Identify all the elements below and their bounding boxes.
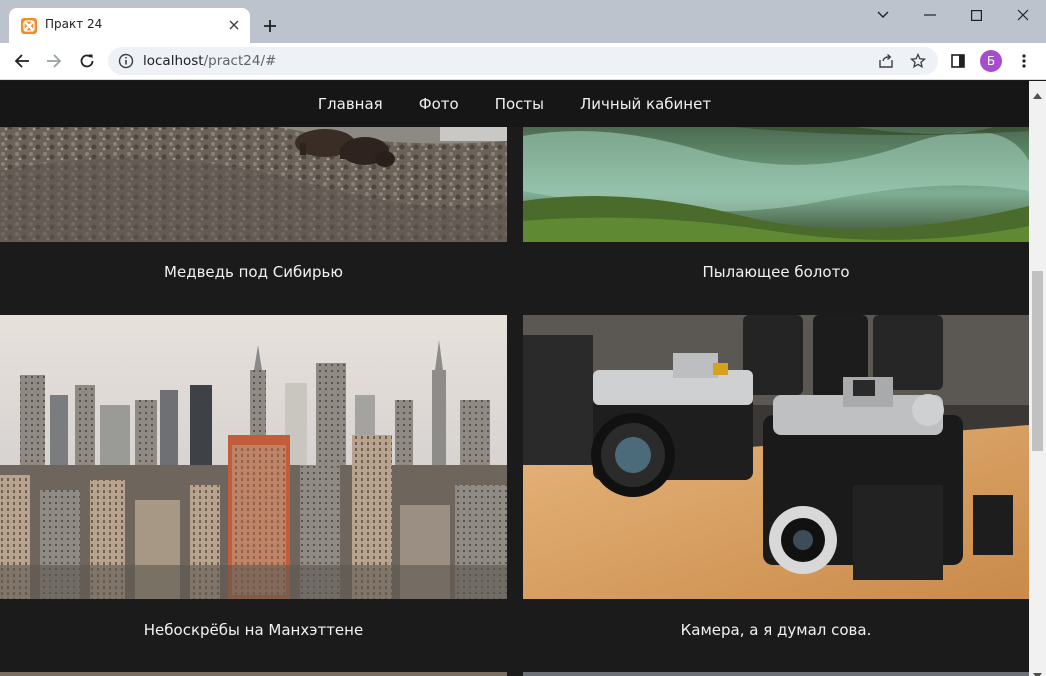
browser-menu-icon[interactable] <box>1010 47 1038 75</box>
gallery-card-manhattan[interactable]: Небоскрёбы на Манхэттене <box>0 315 507 676</box>
side-panel-icon[interactable] <box>944 47 972 75</box>
new-tab-icon[interactable] <box>258 14 282 38</box>
nav-link-account[interactable]: Личный кабинет <box>580 95 711 113</box>
page-viewport: Медведь под Сибирью Пылающее болото Небо… <box>0 81 1046 676</box>
next-row-photo-edge <box>523 672 1029 676</box>
gallery-card-cameras[interactable]: Камера, а я думал сова. <box>523 315 1029 676</box>
back-arrow-icon[interactable] <box>8 47 36 75</box>
manhattan-skyline-photo <box>0 315 507 599</box>
nav-link-home[interactable]: Главная <box>318 95 383 113</box>
nav-link-photo[interactable]: Фото <box>419 95 459 113</box>
reload-icon[interactable] <box>73 47 101 75</box>
tab-close-icon[interactable] <box>226 17 242 33</box>
browser-tab-strip: Практ 24 <box>0 0 1046 43</box>
next-row-photo-edge <box>0 672 507 676</box>
bookmark-star-icon[interactable] <box>909 52 927 73</box>
photo-gallery: Медведь под Сибирью Пылающее болото Небо… <box>0 81 1029 676</box>
scroll-up-arrow-icon[interactable] <box>1033 84 1042 99</box>
url-host: localhost <box>143 53 204 69</box>
page-scrollbar[interactable] <box>1029 81 1046 676</box>
address-bar[interactable]: localhost/pract24/# <box>108 47 938 75</box>
share-icon[interactable] <box>878 53 894 73</box>
minimize-icon[interactable] <box>907 0 953 30</box>
maximize-icon[interactable] <box>953 0 999 30</box>
vintage-cameras-photo <box>523 315 1029 599</box>
site-navbar: Главная Фото Посты Личный кабинет <box>0 81 1029 127</box>
url-text: localhost/pract24/# <box>143 53 276 69</box>
browser-tab[interactable]: Практ 24 <box>9 8 250 43</box>
card-caption: Камера, а я думал сова. <box>680 621 872 639</box>
scroll-down-arrow-icon[interactable] <box>1033 664 1042 676</box>
scrollbar-thumb[interactable] <box>1032 271 1043 451</box>
tab-title: Практ 24 <box>45 17 103 31</box>
nav-link-posts[interactable]: Посты <box>495 95 544 113</box>
xampp-favicon-icon <box>21 18 37 34</box>
browser-toolbar: localhost/pract24/# Б <box>0 43 1046 80</box>
profile-avatar[interactable]: Б <box>980 50 1002 72</box>
card-caption: Медведь под Сибирью <box>164 263 343 281</box>
url-path: /pract24/# <box>203 53 277 69</box>
card-caption: Небоскрёбы на Манхэттене <box>143 621 364 639</box>
site-info-icon[interactable] <box>118 53 134 73</box>
tab-search-chevron-down-icon[interactable] <box>860 0 906 30</box>
close-window-icon[interactable] <box>1000 0 1046 30</box>
card-caption: Пылающее болото <box>702 263 850 281</box>
forward-arrow-icon[interactable] <box>40 47 68 75</box>
